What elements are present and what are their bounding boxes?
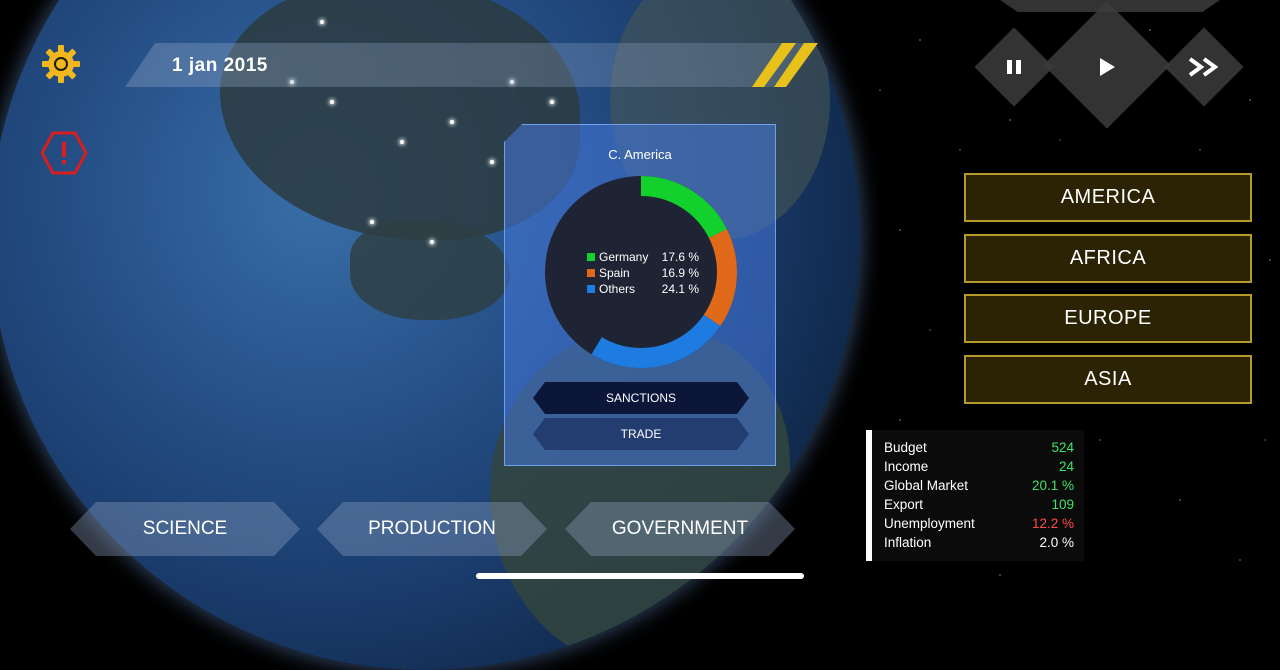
- stat-label: Budget: [884, 440, 927, 455]
- government-button[interactable]: GOVERNMENT: [565, 502, 795, 556]
- legend-value: 17.6 %: [661, 250, 699, 264]
- legend-label: Others: [599, 282, 636, 296]
- stat-row-unemployment: Unemployment 12.2 %: [884, 516, 1084, 535]
- city-light: [550, 100, 554, 104]
- top-controls-frame: [1000, 0, 1220, 12]
- stat-label: Export: [884, 497, 924, 512]
- date-bar-stripes: [752, 43, 818, 87]
- city-light: [320, 20, 324, 24]
- stat-value: 20.1 %: [1031, 478, 1074, 493]
- region-button-europe[interactable]: EUROPE: [964, 294, 1252, 343]
- stat-value: 12.2 %: [1031, 516, 1074, 531]
- fast-forward-icon[interactable]: [1184, 47, 1224, 87]
- current-date: 1 jan 2015: [172, 55, 268, 76]
- production-button[interactable]: PRODUCTION: [317, 502, 547, 556]
- stat-value: 109: [1051, 497, 1074, 512]
- legend-item-spain: Spain 16.9 %: [587, 266, 707, 282]
- stat-row-inflation: Inflation 2.0 %: [884, 535, 1084, 554]
- region-button-africa[interactable]: AFRICA: [964, 234, 1252, 283]
- region-button-asia[interactable]: ASIA: [964, 355, 1252, 404]
- legend-label: Germany: [599, 250, 649, 264]
- stat-value: 524: [1051, 440, 1074, 455]
- region-button-america[interactable]: AMERICA: [964, 173, 1252, 222]
- stat-row-budget: Budget 524: [884, 440, 1084, 459]
- play-icon[interactable]: [1087, 47, 1127, 87]
- pause-icon[interactable]: [994, 47, 1034, 87]
- legend-label: Spain: [599, 266, 630, 280]
- stat-label: Unemployment: [884, 516, 975, 531]
- legend-swatch: [587, 285, 595, 293]
- sanctions-button[interactable]: SANCTIONS: [533, 382, 749, 414]
- legend-item-others: Others 24.1 %: [587, 282, 707, 298]
- stat-row-global-market: Global Market 20.1 %: [884, 478, 1084, 497]
- stat-value: 2.0 %: [1039, 535, 1074, 550]
- gear-icon[interactable]: [41, 44, 81, 84]
- city-light: [450, 120, 454, 124]
- legend-value: 16.9 %: [661, 266, 699, 280]
- legend-swatch: [587, 269, 595, 277]
- alert-icon[interactable]: [41, 131, 87, 175]
- city-light: [330, 100, 334, 104]
- stat-row-income: Income 24: [884, 459, 1084, 478]
- country-info-panel: C. America Germany 17.6 % Spain 16.9 % O…: [504, 124, 776, 466]
- science-button[interactable]: SCIENCE: [70, 502, 300, 556]
- stat-value: 24: [1058, 459, 1074, 474]
- stat-row-export: Export 109: [884, 497, 1084, 516]
- stat-label: Global Market: [884, 478, 969, 493]
- trade-button[interactable]: TRADE: [533, 418, 749, 450]
- central-america-landmass: [350, 220, 510, 320]
- home-indicator[interactable]: [476, 573, 804, 579]
- legend-swatch: [587, 253, 595, 261]
- stat-label: Income: [884, 459, 929, 474]
- legend-item-germany: Germany 17.6 %: [587, 250, 707, 266]
- city-light: [490, 160, 494, 164]
- city-light: [400, 140, 404, 144]
- legend-value: 24.1 %: [661, 282, 699, 296]
- city-light: [430, 240, 434, 244]
- panel-title: C. America: [608, 147, 672, 162]
- stat-label: Inflation: [884, 535, 932, 550]
- city-light: [370, 220, 374, 224]
- stats-panel: Budget 524 Income 24 Global Market 20.1 …: [866, 430, 1084, 561]
